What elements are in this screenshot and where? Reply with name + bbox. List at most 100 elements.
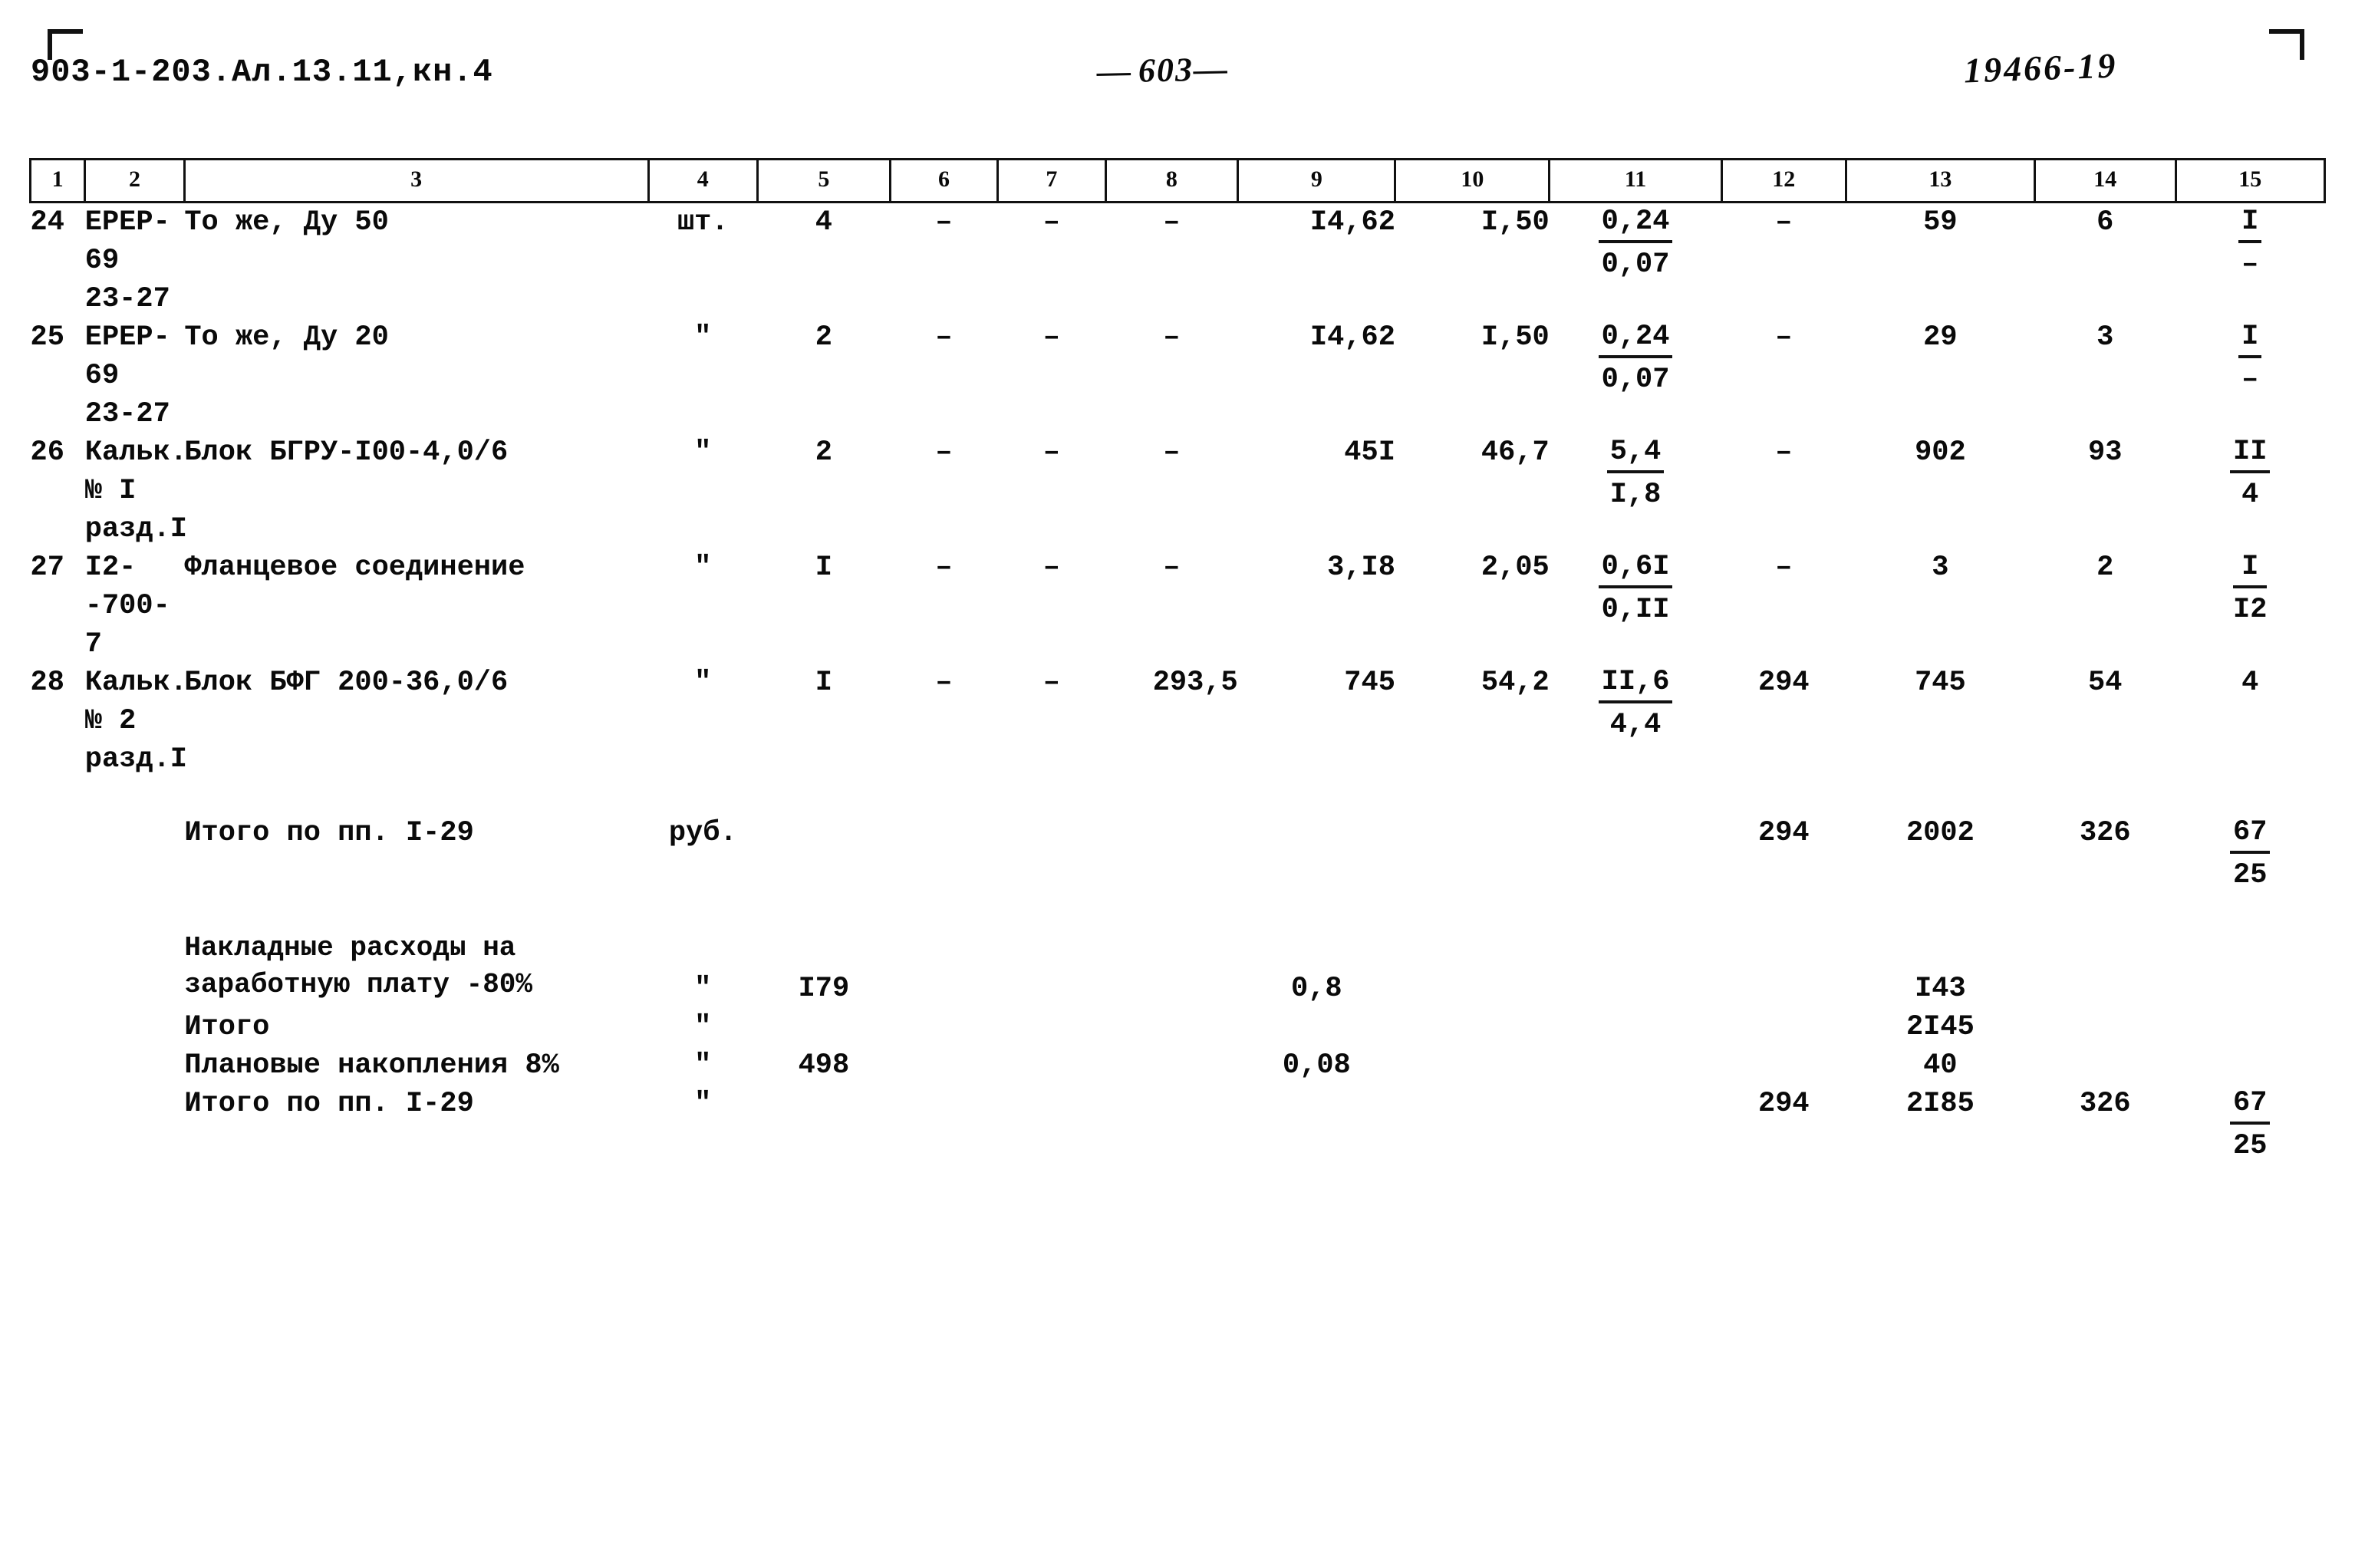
column-header-1: 1	[28, 158, 87, 203]
row-col13: 59	[1923, 206, 1958, 239]
summary-row-code	[85, 1046, 185, 1085]
fraction-denominator: 25	[2233, 859, 2268, 891]
row-col7: –	[1042, 436, 1060, 469]
summary-row-number	[31, 1046, 85, 1085]
summary-row-col8	[1105, 1046, 1238, 1085]
row-col14: 3	[2096, 321, 2114, 354]
summary-row-code	[85, 930, 185, 1008]
summary-row-col9	[1238, 1085, 1395, 1165]
row-col10: 46,7	[1481, 436, 1550, 469]
fraction-numerator: I	[2238, 318, 2262, 358]
summary-row-col15	[2175, 930, 2324, 1008]
summary-row-number	[31, 1008, 85, 1046]
row-unit: "	[694, 321, 712, 354]
summary-row-col10	[1395, 1046, 1550, 1085]
summary-row-col9	[1238, 1008, 1395, 1046]
summary-row-col12	[1721, 1046, 1846, 1085]
summary-row-code	[85, 1008, 185, 1046]
fraction: I –	[2238, 203, 2262, 283]
row-spacer	[31, 894, 2325, 930]
fraction-denominator: I,8	[1609, 479, 1662, 511]
row-number: 27	[30, 552, 64, 584]
summary-row-col5	[758, 1008, 891, 1046]
table-row: 24 ЕРЕР- 69 23-27 То же, Ду 50 шт. 4 – –…	[31, 203, 2325, 319]
row-code: ЕРЕР- 69 23-27	[84, 321, 170, 430]
summary-row-col13: 2I85	[1905, 1088, 1975, 1120]
fraction-numerator: 0,24	[1598, 318, 1673, 358]
fraction-numerator: 67	[2230, 1085, 2271, 1125]
summary-row-col5	[758, 814, 891, 894]
table-row: 27 I2- -700- 7 Фланцевое соединение " I …	[31, 548, 2325, 664]
summary-row-col7	[998, 1046, 1105, 1085]
summary-row-col10	[1395, 1008, 1550, 1046]
column-header-12: 12	[1720, 158, 1847, 203]
row-number: 26	[30, 436, 64, 469]
column-header-14: 14	[2033, 158, 2177, 203]
row-col7: –	[1042, 206, 1060, 239]
summary-row-unit: "	[694, 973, 712, 1005]
summary-row-col13: 2002	[1905, 817, 1975, 849]
row-col14: 6	[2096, 206, 2114, 239]
summary-row-name: Накладные расходы на заработную плату -8…	[184, 932, 533, 1000]
estimate-table: 1 2 3 4 5 6 7 8 9 10 11 12 13 14 15 24 Е…	[28, 158, 2327, 1165]
column-header-15: 15	[2174, 158, 2327, 203]
row-col6: –	[935, 206, 953, 239]
summary-row-col7	[998, 1008, 1105, 1046]
row-col6: –	[935, 667, 953, 699]
row-name: Блок БФГ 200-36,0/6	[184, 667, 509, 699]
column-header-9: 9	[1237, 158, 1397, 203]
row-col12: –	[1775, 436, 1793, 469]
estimate-grid: 1 2 3 4 5 6 7 8 9 10 11 12 13 14 15 24 Е…	[28, 158, 2327, 1165]
column-header-10: 10	[1394, 158, 1551, 203]
summary-row-col14	[2034, 1008, 2175, 1046]
row-col8: –	[1163, 436, 1181, 469]
row-col14: 54	[2088, 667, 2123, 699]
row-col5: I	[815, 552, 833, 584]
fraction: II,6 4,4	[1598, 664, 1673, 743]
fraction-numerator: II	[2230, 433, 2271, 473]
fraction-numerator: 67	[2230, 814, 2271, 854]
summary-row-col9: 0,08	[1282, 1049, 1351, 1082]
row-code: I2- -700- 7	[84, 552, 170, 660]
row-col10: 2,05	[1481, 552, 1550, 584]
summary-row-col12	[1721, 1008, 1846, 1046]
row-col15: 4	[2241, 667, 2259, 699]
column-header-8: 8	[1104, 158, 1240, 203]
summary-row-col7	[998, 814, 1105, 894]
row-col13: 745	[1915, 667, 1966, 699]
row-code: Кальк. № 2 разд.I	[84, 667, 187, 776]
summary-row-number	[31, 814, 85, 894]
row-name: То же, Ду 20	[184, 321, 389, 354]
summary-row-col10	[1395, 1085, 1550, 1165]
summary-row-col8	[1105, 1085, 1238, 1165]
fraction-numerator: 0,6I	[1598, 548, 1673, 588]
summary-row: Итого " 2I45	[31, 1008, 2325, 1046]
summary-row-col7	[998, 1085, 1105, 1165]
fraction: I –	[2238, 318, 2262, 398]
crop-mark-top-right	[2269, 29, 2304, 60]
summary-row-col13: 40	[1923, 1049, 1958, 1082]
summary-row-col13: 2I45	[1905, 1011, 1975, 1043]
fraction-denominator: 0,07	[1601, 364, 1670, 396]
fraction-denominator: 25	[2233, 1130, 2268, 1162]
row-col11: II,6 4,4	[1550, 664, 1722, 779]
page-number-dash-left: —	[1096, 51, 1129, 91]
row-col15: I –	[2175, 318, 2324, 433]
column-header-7: 7	[996, 158, 1107, 203]
document-code: 903-1-203.Ал.13.11,кн.4	[31, 54, 493, 91]
summary-row-col10	[1395, 930, 1550, 1008]
row-name: Фланцевое соединение	[184, 552, 525, 584]
column-header-13: 13	[1844, 158, 2036, 203]
summary-row-col14: 326	[2079, 1088, 2131, 1120]
row-code: Кальк. № I разд.I	[84, 436, 187, 545]
summary-row-unit: "	[694, 1088, 712, 1120]
row-col9: 3,I8	[1327, 552, 1395, 584]
column-header-11: 11	[1548, 158, 1723, 203]
summary-row-unit: руб.	[668, 817, 737, 849]
summary-row-code	[85, 814, 185, 894]
row-col14: 93	[2088, 436, 2123, 469]
row-col6: –	[935, 436, 953, 469]
row-name: То же, Ду 50	[184, 206, 389, 239]
summary-row: Итого по пп. I-29 " 294 2I85 326 67 25	[31, 1085, 2325, 1165]
summary-row-col5: 498	[798, 1049, 850, 1082]
